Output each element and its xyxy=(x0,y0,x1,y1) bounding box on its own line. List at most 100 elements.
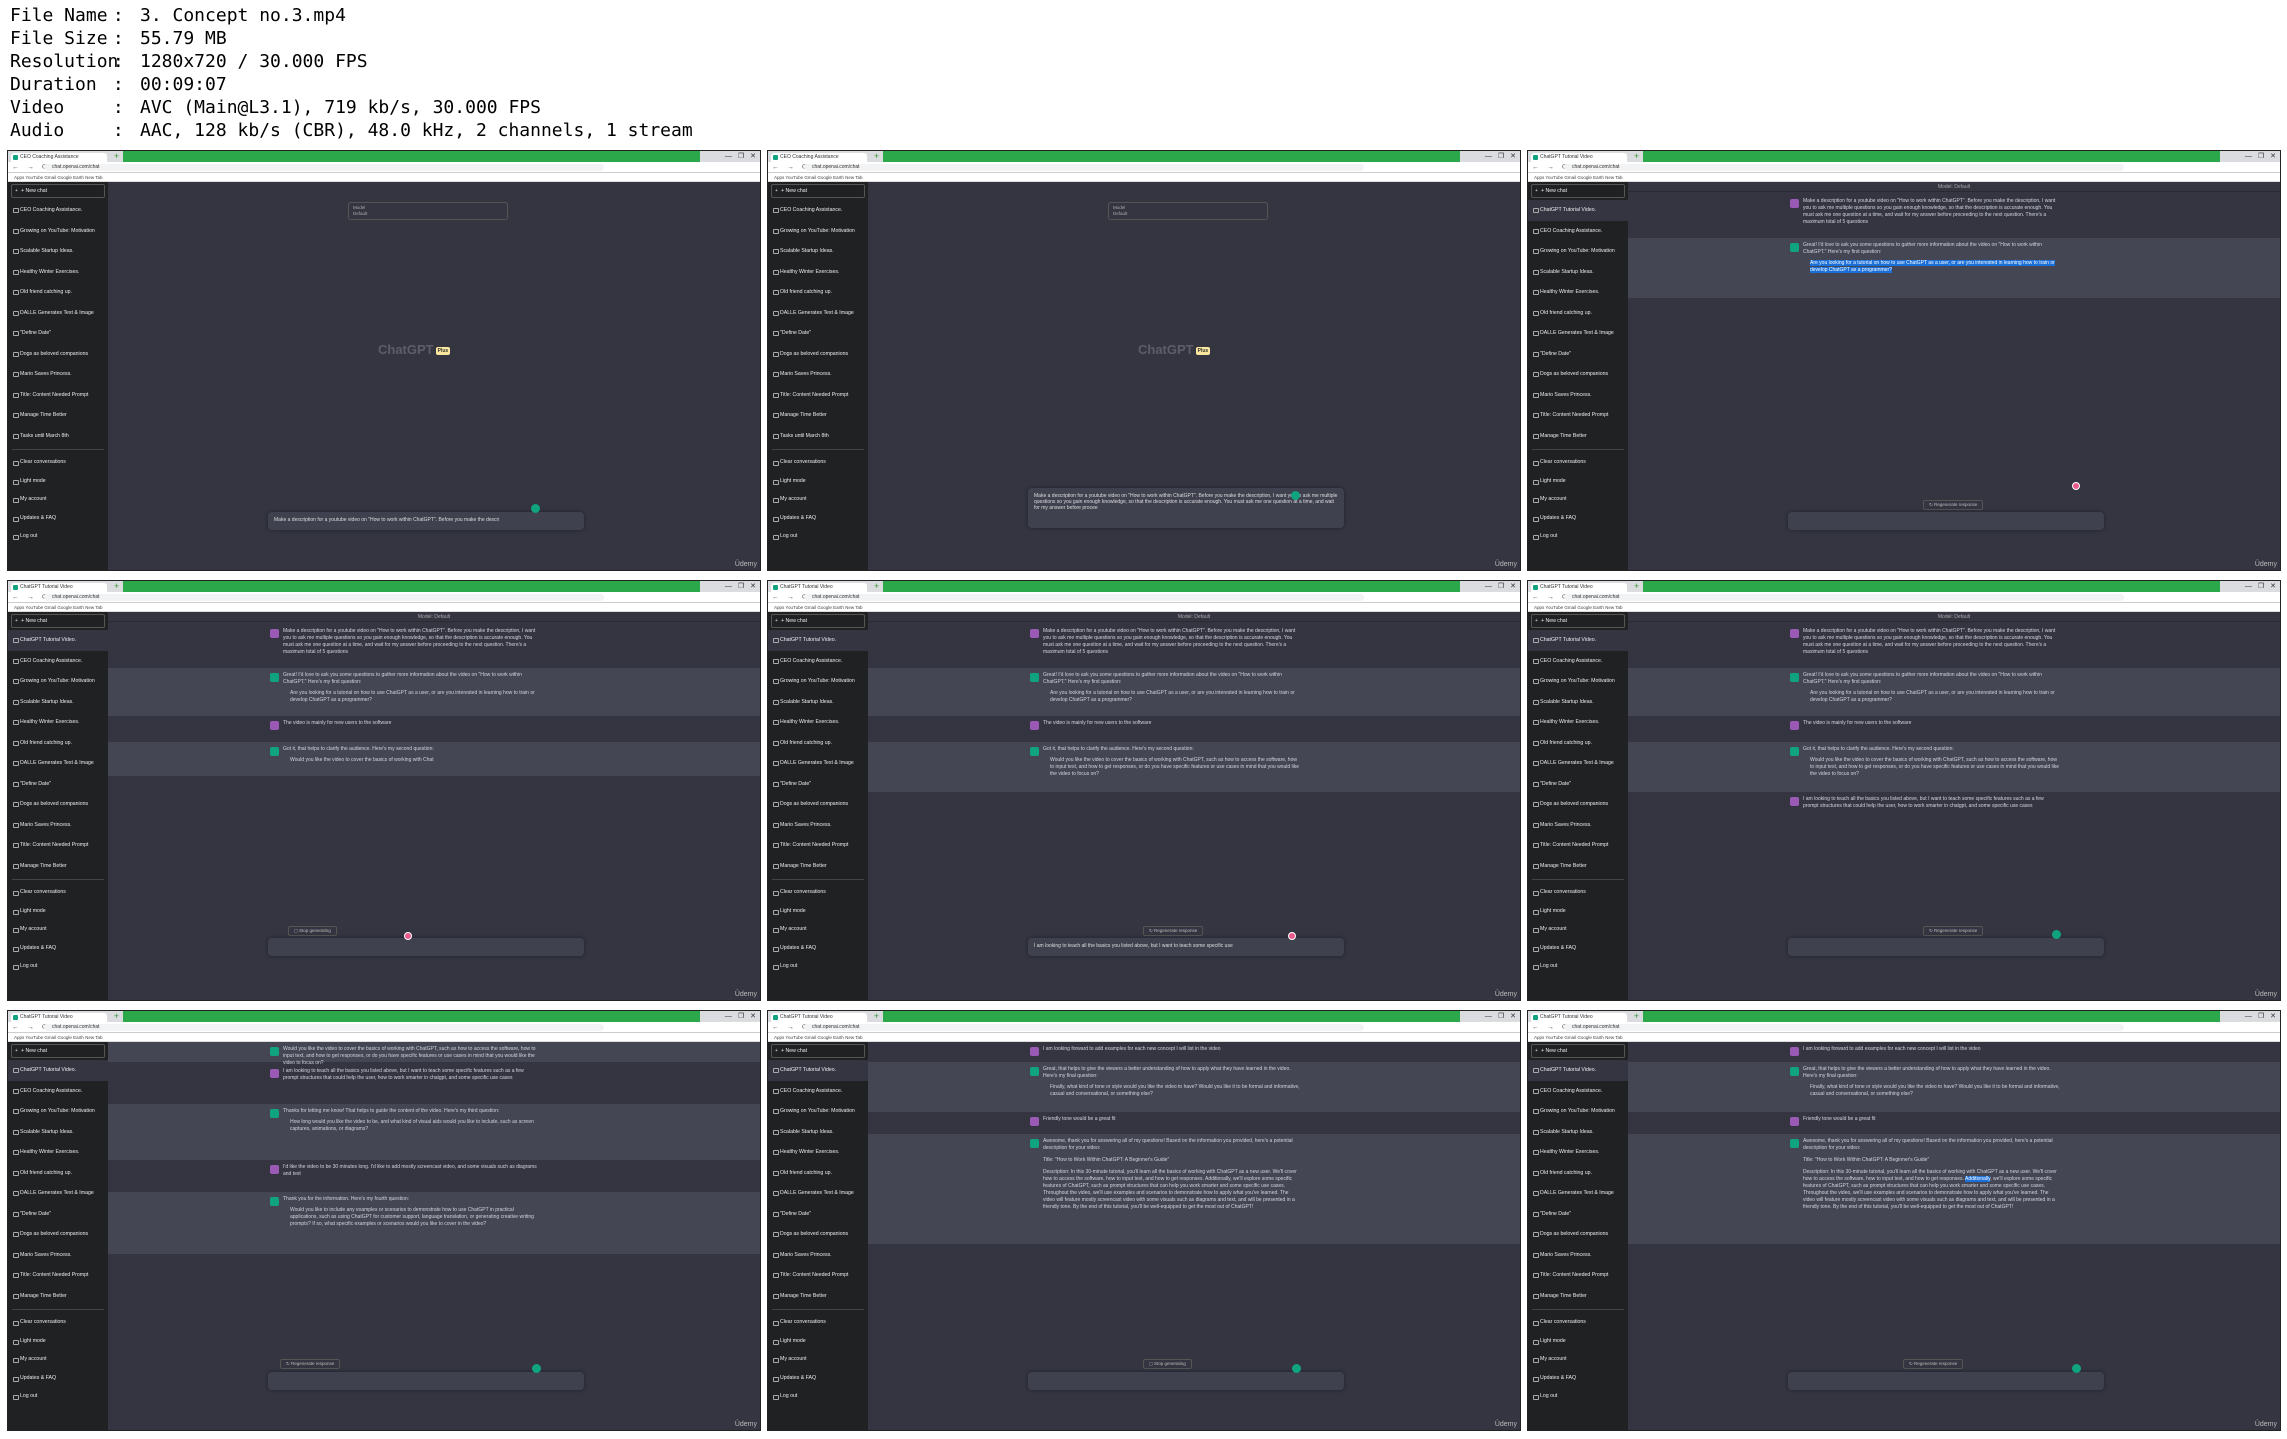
sidebar-chat-item[interactable]: Scalable Startup Ideas. xyxy=(1528,1122,1628,1143)
sidebar-chat-item[interactable]: Healthy Winter Exercises. xyxy=(768,1142,868,1163)
sidebar-chat-item[interactable]: Dogs as beloved companions xyxy=(1528,794,1628,815)
sidebar-menu-item[interactable]: Updates & FAQ xyxy=(8,1369,108,1388)
sidebar-chat-item[interactable]: "Define Date" xyxy=(8,323,108,344)
sidebar-chat-item[interactable]: Old friend catching up. xyxy=(8,282,108,303)
sidebar-chat-item[interactable]: Dogs as beloved companions xyxy=(8,794,108,815)
new-chat-button[interactable]: + New chat xyxy=(11,614,105,628)
chat-message-input[interactable] xyxy=(1028,1372,1344,1390)
new-chat-button[interactable]: + New chat xyxy=(1531,614,1625,628)
regenerate-response-button[interactable]: ↻ Regenerate response xyxy=(1903,1359,1964,1369)
sidebar-chat-item[interactable]: Manage Time Better xyxy=(768,405,868,426)
url-input[interactable]: chat.openai.com/chat xyxy=(804,1024,1364,1031)
sidebar-chat-item[interactable]: Growing on YouTube: Motivation xyxy=(1528,1101,1628,1122)
minimize-icon[interactable]: — xyxy=(725,582,732,591)
bookmarks-bar[interactable]: Apps YouTube Gmail Google Earth New Tab xyxy=(768,603,1520,612)
sidebar-menu-item[interactable]: My account xyxy=(1528,1350,1628,1369)
sidebar-chat-item[interactable]: Old friend catching up. xyxy=(768,1163,868,1184)
sidebar-chat-item[interactable]: Manage Time Better xyxy=(1528,1286,1628,1307)
url-input[interactable]: chat.openai.com/chat xyxy=(44,164,604,171)
sidebar-chat-item[interactable]: Growing on YouTube: Motivation xyxy=(8,671,108,692)
sidebar-menu-item[interactable]: Light mode xyxy=(768,472,868,491)
close-icon[interactable]: ✕ xyxy=(2270,582,2276,591)
url-input[interactable]: chat.openai.com/chat xyxy=(804,164,1364,171)
new-chat-button[interactable]: + New chat xyxy=(771,614,865,628)
bookmarks-bar[interactable]: Apps YouTube Gmail Google Earth New Tab xyxy=(1528,603,2280,612)
sidebar-chat-item[interactable]: DALLE Generates Text & Image xyxy=(768,303,868,324)
new-tab-icon[interactable]: + xyxy=(1632,582,1641,591)
sidebar-chat-item[interactable]: Scalable Startup Ideas. xyxy=(1528,692,1628,713)
minimize-icon[interactable]: — xyxy=(725,152,732,161)
sidebar-menu-item[interactable]: Updates & FAQ xyxy=(8,509,108,528)
browser-tab[interactable]: ChatGPT Tutorial Video xyxy=(1531,583,1627,592)
sidebar-chat-item[interactable]: Healthy Winter Exercises. xyxy=(8,262,108,283)
sidebar-chat-item[interactable]: Scalable Startup Ideas. xyxy=(1528,262,1628,283)
sidebar-chat-item[interactable]: Scalable Startup Ideas. xyxy=(8,692,108,713)
new-tab-icon[interactable]: + xyxy=(112,1012,121,1021)
new-chat-button[interactable]: + New chat xyxy=(1531,184,1625,198)
sidebar-chat-item[interactable]: CEO Coaching Assistance. xyxy=(1528,651,1628,672)
sidebar-menu-item[interactable]: Updates & FAQ xyxy=(768,509,868,528)
sidebar-chat-item[interactable]: DALLE Generates Text & Image xyxy=(8,303,108,324)
sidebar-menu-item[interactable]: Light mode xyxy=(1528,1332,1628,1351)
sidebar-chat-item[interactable]: Title: Content Needed Prompt xyxy=(8,385,108,406)
maximize-icon[interactable]: ❐ xyxy=(2258,152,2264,161)
url-input[interactable]: chat.openai.com/chat xyxy=(44,594,604,601)
new-tab-icon[interactable]: + xyxy=(112,582,121,591)
sidebar-item-active-chat[interactable]: ChatGPT Tutorial Video. xyxy=(8,630,108,651)
sidebar-menu-item[interactable]: Log out xyxy=(8,1387,108,1406)
bookmarks-bar[interactable]: Apps YouTube Gmail Google Earth New Tab xyxy=(8,603,760,612)
sidebar-menu-item[interactable]: Clear conversations xyxy=(8,883,108,902)
regenerate-response-button[interactable]: ↻ Regenerate response xyxy=(1143,926,1204,936)
url-input[interactable]: chat.openai.com/chat xyxy=(1564,164,2124,171)
browser-tab[interactable]: ChatGPT Tutorial Video xyxy=(1531,153,1627,162)
url-input[interactable]: chat.openai.com/chat xyxy=(1564,594,2124,601)
sidebar-chat-item[interactable]: Manage Time Better xyxy=(1528,856,1628,877)
sidebar-menu-item[interactable]: Log out xyxy=(1528,527,1628,546)
sidebar-menu-item[interactable]: My account xyxy=(768,1350,868,1369)
sidebar-chat-item[interactable]: Tasks until March 8th xyxy=(8,426,108,447)
sidebar-chat-item[interactable]: CEO Coaching Assistance. xyxy=(8,200,108,221)
sidebar-chat-item[interactable]: Growing on YouTube: Motivation xyxy=(768,1101,868,1122)
new-tab-icon[interactable]: + xyxy=(872,152,881,161)
sidebar-menu-item[interactable]: Clear conversations xyxy=(768,1313,868,1332)
sidebar-menu-item[interactable]: Log out xyxy=(1528,1387,1628,1406)
sidebar-chat-item[interactable]: Old friend catching up. xyxy=(8,1163,108,1184)
url-input[interactable]: chat.openai.com/chat xyxy=(1564,1024,2124,1031)
browser-tab[interactable]: ChatGPT Tutorial Video xyxy=(771,583,867,592)
sidebar-menu-item[interactable]: Clear conversations xyxy=(8,453,108,472)
url-input[interactable]: chat.openai.com/chat xyxy=(804,594,1364,601)
sidebar-menu-item[interactable]: My account xyxy=(768,490,868,509)
chat-message-input[interactable] xyxy=(268,1372,584,1390)
minimize-icon[interactable]: — xyxy=(1485,152,1492,161)
sidebar-chat-item[interactable]: Healthy Winter Exercises. xyxy=(768,262,868,283)
sidebar-chat-item[interactable]: Manage Time Better xyxy=(8,1286,108,1307)
close-icon[interactable]: ✕ xyxy=(1510,582,1516,591)
close-icon[interactable]: ✕ xyxy=(750,152,756,161)
sidebar-menu-item[interactable]: My account xyxy=(1528,920,1628,939)
sidebar-chat-item[interactable]: CEO Coaching Assistance. xyxy=(1528,1081,1628,1102)
sidebar-chat-item[interactable]: CEO Coaching Assistance. xyxy=(768,200,868,221)
sidebar-menu-item[interactable]: My account xyxy=(768,920,868,939)
sidebar-chat-item[interactable]: DALLE Generates Text & Image xyxy=(1528,1183,1628,1204)
close-icon[interactable]: ✕ xyxy=(1510,152,1516,161)
sidebar-chat-item[interactable]: Manage Time Better xyxy=(1528,426,1628,447)
sidebar-chat-item[interactable]: Manage Time Better xyxy=(768,1286,868,1307)
sidebar-item-active-chat[interactable]: ChatGPT Tutorial Video. xyxy=(768,630,868,651)
new-tab-icon[interactable]: + xyxy=(112,152,121,161)
sidebar-chat-item[interactable]: DALLE Generates Text & Image xyxy=(768,753,868,774)
sidebar-chat-item[interactable]: Scalable Startup Ideas. xyxy=(768,692,868,713)
sidebar-chat-item[interactable]: Scalable Startup Ideas. xyxy=(8,1122,108,1143)
browser-tab[interactable]: ChatGPT Tutorial Video xyxy=(11,583,107,592)
sidebar-chat-item[interactable]: "Define Date" xyxy=(8,1204,108,1225)
maximize-icon[interactable]: ❐ xyxy=(738,582,744,591)
sidebar-item-active-chat[interactable]: ChatGPT Tutorial Video. xyxy=(1528,630,1628,651)
sidebar-menu-item[interactable]: My account xyxy=(8,490,108,509)
bookmarks-bar[interactable]: Apps YouTube Gmail Google Earth New Tab xyxy=(768,173,1520,182)
sidebar-chat-item[interactable]: DALLE Generates Text & Image xyxy=(1528,323,1628,344)
sidebar-chat-item[interactable]: Mario Saves Princess. xyxy=(768,815,868,836)
sidebar-chat-item[interactable]: Growing on YouTube: Motivation xyxy=(1528,671,1628,692)
sidebar-chat-item[interactable]: Mario Saves Princess. xyxy=(1528,1245,1628,1266)
url-input[interactable]: chat.openai.com/chat xyxy=(44,1024,604,1031)
sidebar-chat-item[interactable]: "Define Date" xyxy=(1528,344,1628,365)
maximize-icon[interactable]: ❐ xyxy=(738,152,744,161)
